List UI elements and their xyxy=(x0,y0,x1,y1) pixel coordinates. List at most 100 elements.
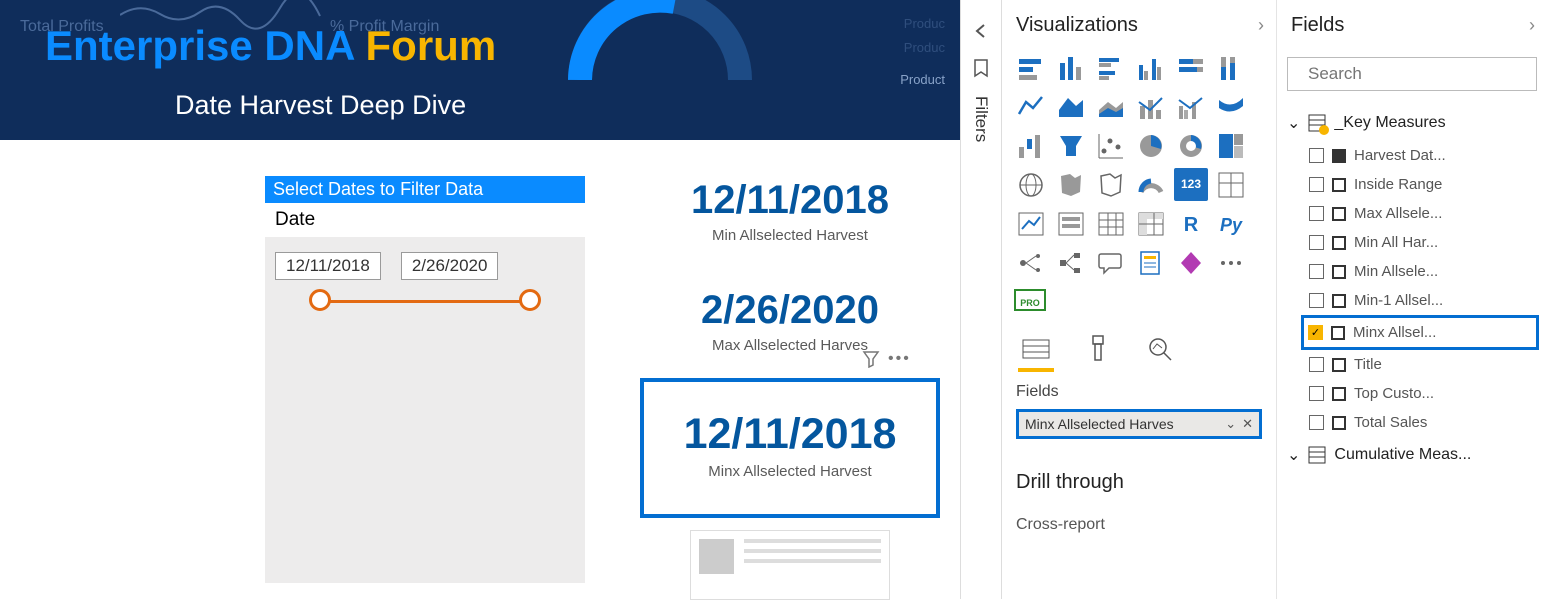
placeholder-image-icon xyxy=(699,539,734,574)
field-label: Min Allsele... xyxy=(1354,263,1438,280)
gauge-icon[interactable] xyxy=(1134,168,1168,201)
stacked-column-icon[interactable] xyxy=(1054,51,1088,84)
field-total-sales[interactable]: Total Sales xyxy=(1307,408,1539,437)
field-label: Minx Allsel... xyxy=(1353,324,1436,341)
table-key-measures[interactable]: ⌄ _Key Measures xyxy=(1285,105,1539,141)
area-chart-icon[interactable] xyxy=(1054,90,1088,123)
field-harvest-date[interactable]: Harvest Dat... xyxy=(1307,141,1539,170)
key-influencers-icon[interactable] xyxy=(1014,246,1048,279)
stacked-bar-100-icon[interactable] xyxy=(1174,51,1208,84)
fields-pane: Fields › ⌄ _Key Measures Harvest Dat... … xyxy=(1277,0,1547,599)
filters-pane-collapsed[interactable]: Filters xyxy=(960,0,1002,599)
pie-icon[interactable] xyxy=(1134,129,1168,162)
paginated-report-icon[interactable] xyxy=(1134,246,1168,279)
field-title[interactable]: Title xyxy=(1307,350,1539,379)
checkbox-icon[interactable] xyxy=(1309,264,1324,279)
multi-row-card-icon[interactable] xyxy=(1214,168,1248,201)
field-minx-allselected[interactable]: ✓ Minx Allsel... xyxy=(1301,315,1539,350)
drill-through-header[interactable]: Drill through xyxy=(1010,441,1268,500)
ribbon-chart-icon[interactable] xyxy=(1214,90,1248,123)
field-min1-allselected[interactable]: Min-1 Allsel... xyxy=(1307,286,1539,315)
stacked-column-100-icon[interactable] xyxy=(1214,51,1248,84)
more-options-icon[interactable]: ••• xyxy=(888,350,911,368)
date-slicer[interactable]: Select Dates to Filter Data Date 12/11/2… xyxy=(265,176,585,583)
checkbox-icon[interactable] xyxy=(1309,148,1324,163)
chevron-down-icon[interactable]: ⌄ xyxy=(1225,416,1236,432)
collapse-left-icon[interactable] xyxy=(972,22,990,40)
donut-icon[interactable] xyxy=(1174,129,1208,162)
decomposition-tree-icon[interactable] xyxy=(1054,246,1088,279)
format-tab[interactable] xyxy=(1080,331,1116,367)
r-visual-icon[interactable]: R xyxy=(1174,207,1208,240)
kpi-icon[interactable] xyxy=(1014,207,1048,240)
power-apps-icon[interactable] xyxy=(1174,246,1208,279)
bg-label-prod1: Produc xyxy=(904,16,945,31)
field-well-minx[interactable]: Minx Allselected Harves ⌄ ✕ xyxy=(1016,409,1262,439)
slicer-to-input[interactable]: 2/26/2020 xyxy=(401,252,499,280)
filters-label: Filters xyxy=(971,96,991,142)
checkbox-icon[interactable] xyxy=(1309,235,1324,250)
slicer-from-input[interactable]: 12/11/2018 xyxy=(275,252,381,280)
slicer-slider[interactable] xyxy=(265,280,585,303)
field-well-label: Minx Allselected Harves xyxy=(1025,416,1174,432)
fields-tab[interactable] xyxy=(1018,331,1054,367)
clustered-bar-icon[interactable] xyxy=(1094,51,1128,84)
slider-thumb-left[interactable] xyxy=(309,289,331,311)
collapse-right-icon[interactable]: › xyxy=(1258,15,1264,36)
checkbox-icon[interactable] xyxy=(1309,386,1324,401)
checkbox-icon[interactable] xyxy=(1309,177,1324,192)
placeholder-visual[interactable] xyxy=(690,530,890,600)
field-min-allselected[interactable]: Min Allsele... xyxy=(1307,257,1539,286)
chevron-down-icon: ⌄ xyxy=(1287,445,1300,465)
fields-search[interactable] xyxy=(1287,57,1537,91)
field-inside-range[interactable]: Inside Range xyxy=(1307,170,1539,199)
clustered-column-icon[interactable] xyxy=(1134,51,1168,84)
python-visual-icon[interactable]: Py xyxy=(1214,207,1248,240)
funnel-icon[interactable] xyxy=(1054,129,1088,162)
remove-field-icon[interactable]: ✕ xyxy=(1242,416,1253,432)
header-gauge xyxy=(560,0,760,80)
analytics-tab[interactable] xyxy=(1142,331,1178,367)
checkbox-icon[interactable] xyxy=(1309,293,1324,308)
more-visuals-icon[interactable] xyxy=(1214,246,1248,279)
stacked-bar-icon[interactable] xyxy=(1014,51,1048,84)
field-max-allselected[interactable]: Max Allsele... xyxy=(1307,199,1539,228)
line-chart-icon[interactable] xyxy=(1014,90,1048,123)
bg-label-prod2: Produc xyxy=(904,40,945,55)
table-cumulative-measures[interactable]: ⌄ Cumulative Meas... xyxy=(1285,437,1539,473)
card-max-allselected[interactable]: 2/26/2020 Max Allselected Harves xyxy=(640,288,940,354)
bookmark-icon[interactable] xyxy=(971,58,991,78)
collapse-right-icon[interactable]: › xyxy=(1529,15,1535,36)
field-top-customer[interactable]: Top Custo... xyxy=(1307,379,1539,408)
stacked-area-icon[interactable] xyxy=(1094,90,1128,123)
search-input[interactable] xyxy=(1308,64,1529,84)
map-icon[interactable] xyxy=(1014,168,1048,201)
filled-map-icon[interactable] xyxy=(1054,168,1088,201)
card-icon[interactable]: 123 xyxy=(1174,168,1208,201)
filter-icon[interactable] xyxy=(862,350,880,368)
card-minx-allselected[interactable]: 12/11/2018 Minx Allselected Harvest xyxy=(640,378,940,518)
table-icon[interactable] xyxy=(1094,207,1128,240)
checkbox-icon[interactable] xyxy=(1309,357,1324,372)
qa-visual-icon[interactable] xyxy=(1094,246,1128,279)
treemap-icon[interactable] xyxy=(1214,129,1248,162)
checkbox-icon[interactable] xyxy=(1309,415,1324,430)
line-clustered-column-icon[interactable] xyxy=(1174,90,1208,123)
slicer-body: Date 12/11/2018 2/26/2020 xyxy=(265,203,585,583)
field-min-all-harvest[interactable]: Min All Har... xyxy=(1307,228,1539,257)
slicer-icon[interactable] xyxy=(1054,207,1088,240)
brand-b: Forum xyxy=(366,22,497,69)
line-stacked-column-icon[interactable] xyxy=(1134,90,1168,123)
checkbox-icon[interactable] xyxy=(1309,206,1324,221)
card-label: Minx Allselected Harvest xyxy=(644,463,936,480)
checkbox-checked-icon[interactable]: ✓ xyxy=(1308,325,1323,340)
slider-thumb-right[interactable] xyxy=(519,289,541,311)
table-name: _Key Measures xyxy=(1334,114,1445,132)
card-min-allselected[interactable]: 12/11/2018 Min Allselected Harvest xyxy=(640,178,940,244)
scatter-icon[interactable] xyxy=(1094,129,1128,162)
waterfall-icon[interactable] xyxy=(1014,129,1048,162)
brand-a: Enterprise DNA xyxy=(45,22,366,69)
matrix-icon[interactable] xyxy=(1134,207,1168,240)
brand-title: Enterprise DNA Forum xyxy=(45,22,496,70)
shape-map-icon[interactable] xyxy=(1094,168,1128,201)
